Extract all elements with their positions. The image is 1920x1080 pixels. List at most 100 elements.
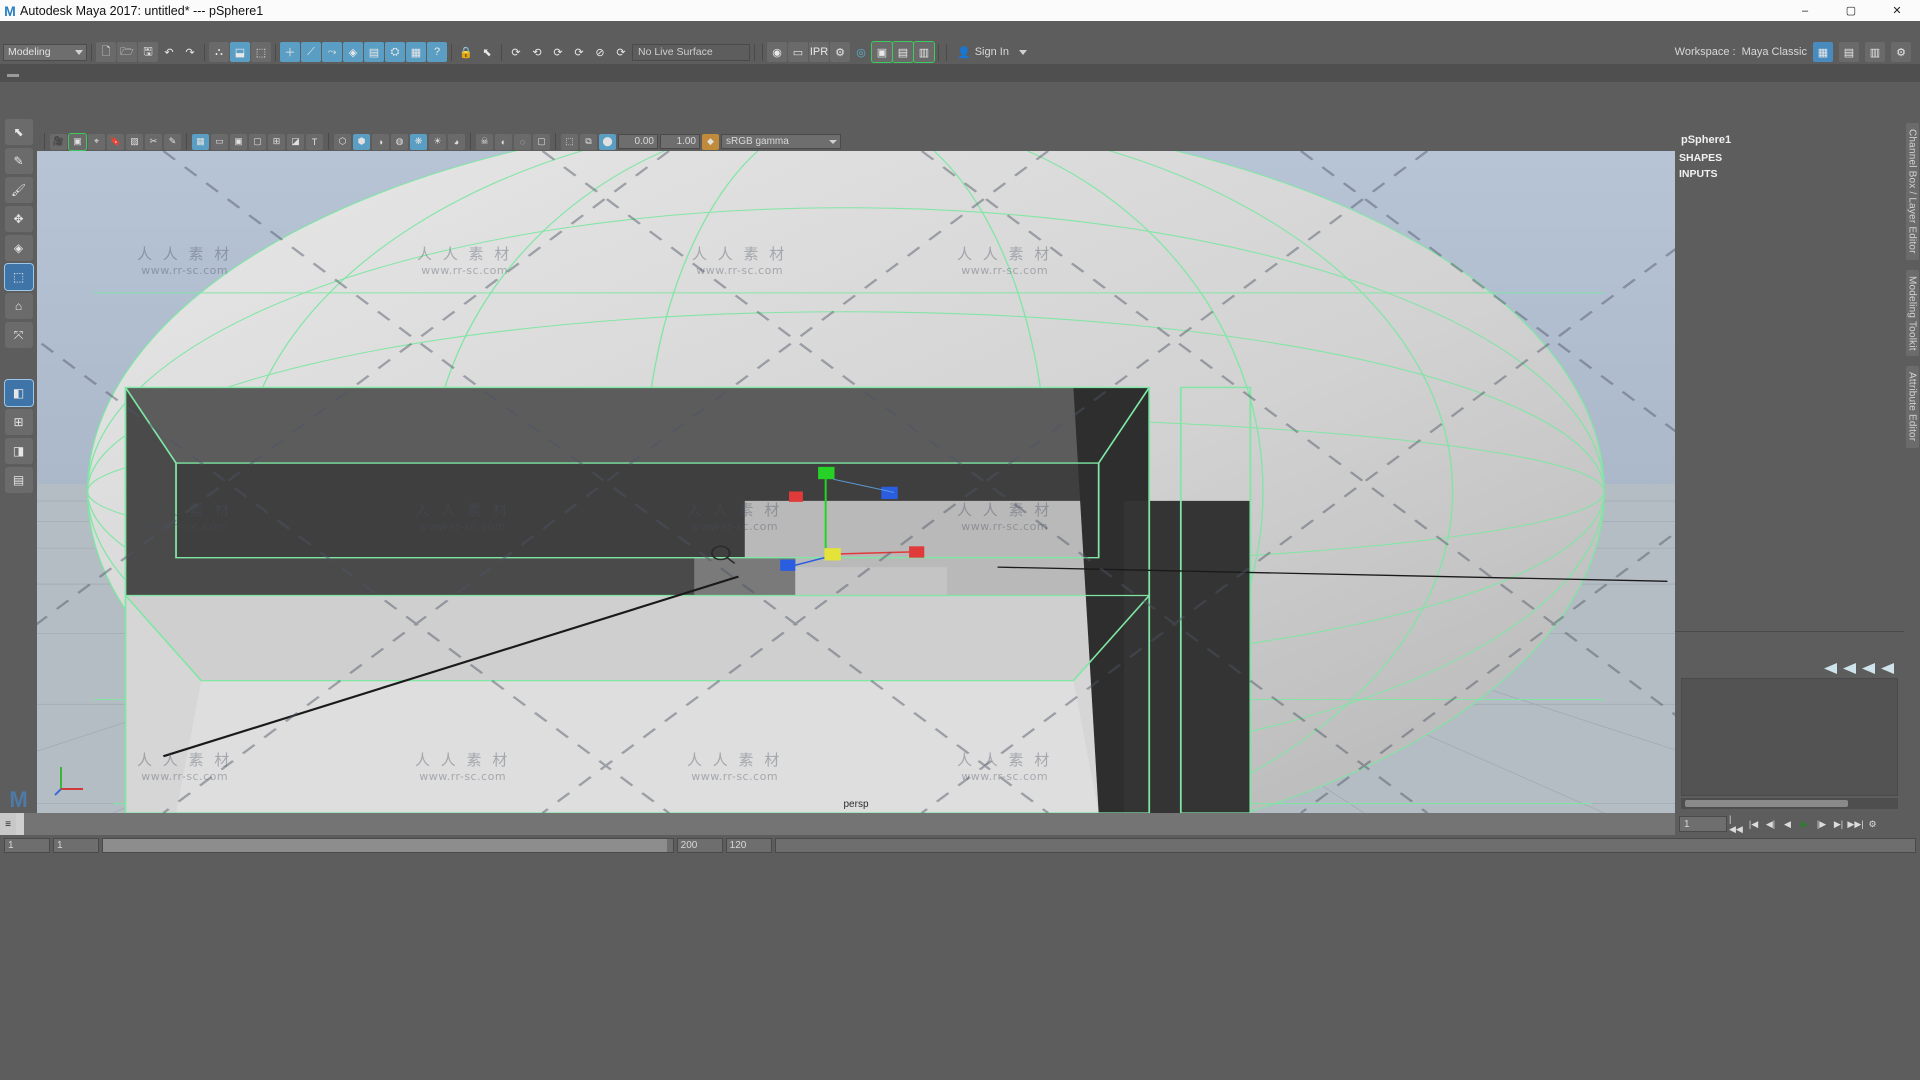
wireframe-icon[interactable]: ⬡ (334, 133, 351, 150)
anim-start-field[interactable]: 1 (53, 838, 99, 853)
delete-history-icon[interactable]: ⊘ (590, 42, 610, 62)
play-forwards-icon[interactable]: ▶ (1797, 816, 1812, 832)
grid-toggle-icon[interactable]: ▦ (192, 133, 209, 150)
create-layer-icon[interactable] (1862, 663, 1875, 674)
main-menu-bar[interactable] (0, 21, 1920, 40)
layer-move-down-icon[interactable] (1843, 663, 1856, 674)
color-management-icon[interactable]: ⬤ (599, 133, 616, 150)
shelf-tab-bar[interactable] (0, 64, 1920, 82)
go-to-end-icon[interactable]: ▶▶| (1847, 816, 1863, 832)
two-d-pan-zoom-icon[interactable]: ✂ (145, 133, 162, 150)
viewport-menu-bar[interactable] (37, 115, 1675, 132)
film-gate-icon[interactable]: ▭ (211, 133, 228, 150)
field-chart-icon[interactable]: ◪ (287, 133, 304, 150)
save-scene-icon[interactable]: 🖫 (138, 42, 158, 62)
rotate-tool-icon[interactable]: ◈ (4, 235, 33, 261)
tool-box[interactable]: ⬉ ✎ 🖌 ✥ ◈ ⬚ ⌂ ⤧ ◧ ⊞ ◨ ▤ M (0, 115, 37, 813)
create-layer-from-selected-icon[interactable] (1881, 663, 1894, 674)
layer-list[interactable] (1681, 678, 1898, 796)
textured-icon[interactable]: ◍ (391, 133, 408, 150)
anim-end-field[interactable]: 200 (676, 838, 723, 853)
exposure-value[interactable]: 0.00 (618, 134, 658, 149)
isolate-select-icon[interactable]: ▢ (533, 133, 550, 150)
image-plane-icon[interactable]: ▨ (126, 133, 143, 150)
render-view-icon[interactable]: ▣ (871, 41, 893, 63)
shadows-icon[interactable]: ☀ (429, 133, 446, 150)
render-icon[interactable]: ◉ (767, 42, 787, 62)
maximize-button[interactable]: ▢ (1828, 0, 1874, 21)
tab-attribute-editor[interactable]: Attribute Editor (1905, 366, 1919, 448)
current-frame-field[interactable]: 1 (1679, 816, 1727, 832)
snap-to-grid-icon[interactable]: ＋ (280, 42, 300, 62)
use-all-lights-icon[interactable]: ❋ (410, 133, 427, 150)
status-line-toolbar[interactable]: Modeling 🗋 🗁 🖫 ↶ ↷ ⛬ ⬓ ⬚ ＋ ⟋ ⤳ ◈ ▤ ⛭ ▦ ?… (0, 40, 1920, 64)
playblast-icon[interactable]: ▥ (913, 41, 935, 63)
rebuild-icon[interactable]: ⟳ (611, 42, 631, 62)
menu-set-selector[interactable]: Modeling (3, 43, 87, 61)
render-sequence-icon[interactable]: ▤ (892, 41, 914, 63)
shelf-grip-handle[interactable] (4, 68, 22, 82)
snap-to-pixel-icon[interactable]: ▦ (406, 42, 426, 62)
step-forward-key-icon[interactable]: ▶| (1831, 816, 1846, 832)
last-tool-icon[interactable]: ⌂ (4, 293, 33, 319)
select-arrow-icon[interactable]: ⬉ (477, 42, 497, 62)
step-forward-frame-icon[interactable]: |▶ (1814, 816, 1829, 832)
range-slider-bar[interactable]: 1 1 200 120 (0, 835, 1920, 856)
tab-modeling-toolkit[interactable]: Modeling Toolkit (1905, 269, 1919, 357)
camera-attributes-icon[interactable]: ⌖ (88, 133, 105, 150)
paint-select-icon[interactable]: 🖌 (4, 177, 33, 203)
snap-to-point-icon[interactable]: ⤳ (322, 42, 342, 62)
lasso-select-icon[interactable]: ✎ (4, 148, 33, 174)
3d-viewport[interactable]: persp 人 人 素 材 www.rr-sc.com 人 人 素 材 www.… (37, 151, 1675, 813)
go-to-start-icon[interactable]: |◀◀ (1729, 814, 1744, 834)
text-overlay-icon[interactable]: T (306, 133, 323, 150)
xray-joints-icon[interactable]: ◐ (495, 133, 512, 150)
scale-tool-icon[interactable]: ⬚ (3, 263, 34, 291)
layer-editor-buttons[interactable] (1675, 662, 1904, 676)
playback-controls[interactable]: 1 |◀◀ |◀ ◀| ◀ ▶ |▶ ▶| ▶▶| ⚙ (1675, 813, 1920, 835)
undo-icon[interactable]: ↶ (159, 42, 179, 62)
smooth-shade-icon[interactable]: ⬢ (353, 133, 370, 150)
select-by-component-icon[interactable]: ⬚ (251, 42, 271, 62)
snap-to-projected-center-icon[interactable]: ◈ (343, 42, 363, 62)
select-by-object-icon[interactable]: ⬓ (230, 42, 250, 62)
range-slider[interactable] (102, 838, 674, 853)
screen-space-ao-icon[interactable]: ◕ (448, 133, 465, 150)
layer-horizontal-scrollbar[interactable] (1681, 798, 1898, 809)
render-region-icon[interactable]: ▭ (788, 42, 808, 62)
snap-to-view-plane-icon[interactable]: ▤ (364, 42, 384, 62)
live-surface-field[interactable]: No Live Surface (632, 43, 750, 61)
time-slider-track[interactable] (16, 813, 1675, 835)
select-tool-icon[interactable]: ⬉ (4, 119, 33, 145)
workspace-value[interactable]: Maya Classic (1742, 46, 1807, 58)
exposure-toggle-icon[interactable]: ⬚ (561, 133, 578, 150)
shelf-button-row[interactable] (0, 82, 1920, 115)
command-line-input[interactable] (774, 838, 1916, 853)
show-manipulator-icon[interactable]: ⤧ (4, 322, 33, 348)
grease-pencil-icon[interactable]: ✎ (164, 133, 181, 150)
help-snap-icon[interactable]: ? (427, 42, 447, 62)
gate-mask-icon[interactable]: ▢ (249, 133, 266, 150)
workspace-layout-2-icon[interactable]: ▤ (1839, 42, 1859, 62)
lock-camera-icon[interactable]: ▣ (68, 132, 87, 151)
output-connections-icon[interactable]: ⟳ (548, 42, 568, 62)
animation-preferences-icon[interactable]: ⚙ (1865, 816, 1880, 832)
shaded-wireframe-icon[interactable]: ◑ (372, 133, 389, 150)
channel-box-menu[interactable] (1675, 115, 1904, 132)
xray-active-components-icon[interactable]: ◌ (514, 133, 531, 150)
layer-editor-menu[interactable] (1675, 647, 1904, 662)
layer-move-up-icon[interactable] (1824, 663, 1837, 674)
persp-layout-icon[interactable]: ◧ (3, 379, 34, 407)
viewport-tool-bar[interactable]: 🎥 ▣ ⌖ 🔖 ▨ ✂ ✎ ▦ ▭ ▣ ▢ ⊞ ◪ T ⬡ ⬢ ◑ ◍ ❋ ☀ … (37, 132, 1675, 151)
render-settings-icon[interactable]: ⚙ (830, 42, 850, 62)
close-button[interactable]: ✕ (1874, 0, 1920, 21)
time-cursor[interactable] (16, 813, 24, 835)
time-slider-menu-icon[interactable]: ≡ (0, 813, 16, 835)
select-camera-icon[interactable]: 🎥 (50, 133, 67, 150)
open-scene-icon[interactable]: 🗁 (117, 42, 137, 62)
gamma-value[interactable]: 1.00 (660, 134, 700, 149)
snap-to-curve-icon[interactable]: ⟋ (301, 42, 321, 62)
hypershade-icon[interactable]: ◎ (851, 42, 871, 62)
view-transform-icon[interactable]: ⧉ (580, 133, 597, 150)
range-end-field[interactable]: 120 (725, 838, 772, 853)
